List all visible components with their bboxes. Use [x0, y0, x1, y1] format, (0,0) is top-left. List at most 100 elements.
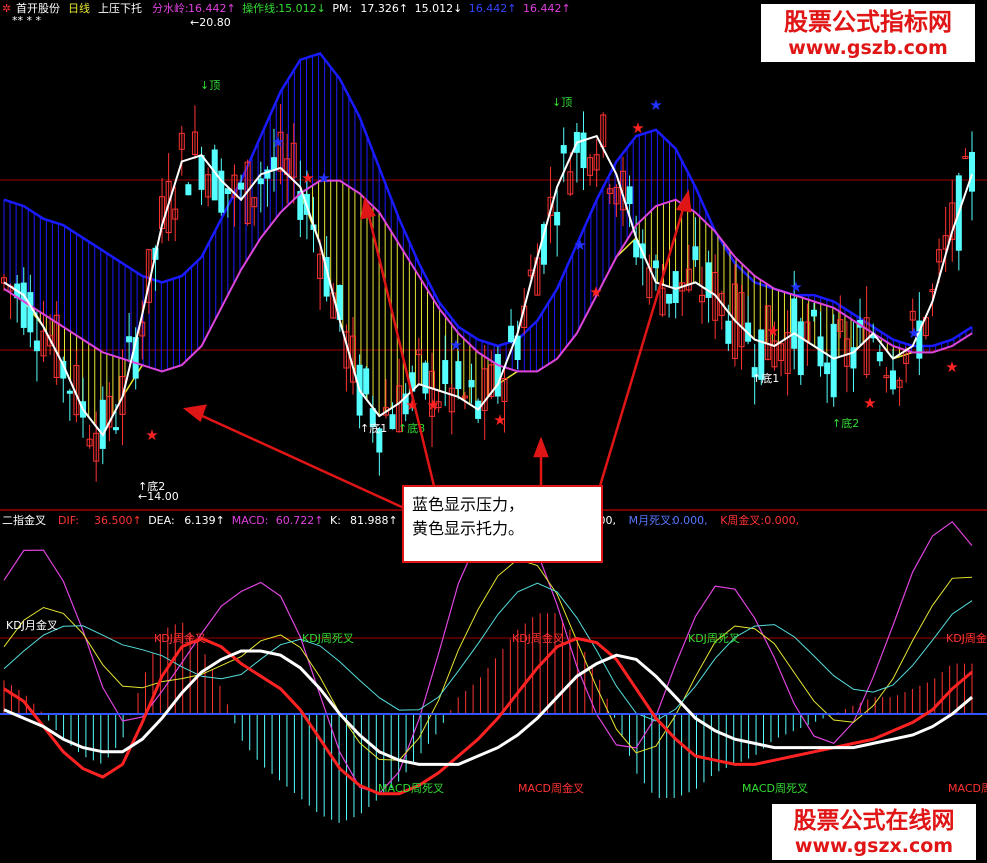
candle-body	[468, 379, 475, 388]
upper-item-value-4: 16.442↑	[469, 2, 517, 15]
high-price-label: ←20.80	[190, 16, 231, 29]
candle-body	[442, 360, 449, 385]
annotation-line-1: 蓝色显示压力，	[412, 495, 524, 514]
candle-body	[20, 282, 27, 328]
candle-body	[422, 362, 429, 394]
stock-name: 首开股份	[16, 1, 60, 15]
upper-item-value-0: 16.442↑	[188, 2, 236, 15]
candle-body	[830, 323, 837, 398]
candle-body	[725, 320, 732, 344]
watermark-top-url: www.gszb.com	[788, 37, 948, 59]
candle-body	[692, 246, 699, 261]
candle-body	[626, 186, 633, 205]
candle-body	[198, 155, 205, 190]
kdj-week-gold-label-1: KDJ周金叉	[154, 631, 206, 645]
bottom-marker: ↑底2	[832, 416, 859, 430]
watermark-top: 股票公式指标网 www.gszb.com	[761, 4, 975, 62]
watermark-bottom-url: www.gszx.com	[795, 835, 953, 857]
annotation-box: 蓝色显示压力， 黄色显示托力。	[402, 485, 603, 563]
star-icon: ★	[789, 278, 802, 296]
candle-body	[238, 182, 245, 190]
top-marker-2: ↓顶	[552, 96, 572, 109]
kdj-week-gold-label-3: KDJ周金叉	[946, 631, 987, 645]
lower-item-value-1: 6.139↑	[184, 514, 225, 527]
lower-item-label-8: K周金叉:	[720, 513, 764, 527]
star-icon: ★	[907, 324, 920, 342]
lower-item-value-3: 81.988↑	[350, 514, 398, 527]
bottom-marker: ↑底1	[360, 421, 387, 435]
star-icon: ★	[493, 411, 506, 429]
star-icon: ★	[863, 394, 876, 412]
candle-body	[389, 414, 396, 430]
candle-body	[112, 427, 119, 431]
candle-body	[455, 361, 462, 390]
upper-item-value-2: 17.326↑	[360, 2, 408, 15]
candle-body	[33, 340, 40, 352]
watermark-bottom: 股票公式在线网 www.gszx.com	[772, 804, 976, 860]
star-icon: ★	[631, 119, 644, 137]
star-icon: ★	[145, 426, 158, 444]
candle-body	[672, 271, 679, 304]
candle-body	[580, 132, 587, 169]
star-icon: ★	[589, 283, 602, 301]
candle-body	[889, 370, 896, 390]
kdj-week-dead-label-2: KDJ周死叉	[688, 632, 740, 645]
top-marker-1: ↓顶	[200, 79, 220, 92]
candle-body	[185, 184, 192, 196]
lower-item-label-3: K:	[330, 514, 341, 527]
candle-body	[797, 321, 804, 376]
upper-item-label-2: PM:	[332, 2, 352, 15]
bottom-marker: ↑底2	[138, 479, 165, 493]
candle-body	[66, 390, 73, 394]
stock-chart: ★★★ ★★ ★★★★★★★★★★★★ ✲ 首开股份 日线 上压下托 分水岭: 16.…	[0, 0, 987, 863]
candle-body	[824, 362, 831, 375]
upper-item-value-1: 15.012↓	[278, 2, 326, 15]
annotation-line-2: 黄色显示托力。	[412, 519, 524, 538]
candle-body	[257, 178, 264, 185]
candle-body	[554, 211, 561, 226]
upper-header-values: 分水岭: 16.442↑ 操作线: 15.012↓ PM: 17.326↑ 15.012↓ 1…	[152, 1, 571, 15]
kdj-week-gold-label-2: KDJ周金叉	[512, 631, 564, 645]
candle-body	[494, 354, 501, 397]
candle-body	[791, 298, 798, 349]
candle-body	[270, 157, 277, 171]
star-icon: ★	[945, 358, 958, 376]
star-icon: ★	[317, 169, 330, 187]
candle-body	[27, 292, 34, 333]
bottom-marker: ↑底1	[752, 371, 779, 385]
candle-body	[560, 145, 567, 154]
lower-item-value-0: 36.500↑	[94, 514, 142, 527]
candle-body	[969, 151, 975, 192]
lower-item-label-2: MACD:	[232, 514, 269, 527]
candle-body	[666, 293, 673, 304]
header-stars: ** * *	[12, 14, 41, 27]
macd-week-dead-label-2: MACD周死叉	[742, 782, 808, 795]
period-label: 日线	[68, 1, 90, 15]
upper-item-value-3: 15.012↓	[415, 2, 463, 15]
star-icon: ★	[573, 236, 586, 254]
candle-body	[876, 351, 883, 362]
upper-item-value-5: 16.442↑	[523, 2, 571, 15]
star-icon: ★	[449, 336, 462, 354]
lower-item-label-7: M月死叉:	[629, 514, 675, 527]
candle-body	[652, 260, 659, 269]
candle-body	[508, 325, 515, 343]
candle-body	[126, 336, 133, 343]
candle-body	[363, 368, 370, 395]
lower-indicator-name: 二指金叉	[2, 513, 46, 527]
upper-item-label-1: 操作线:	[242, 1, 279, 15]
app-icon: ✲	[2, 2, 11, 15]
macd-week-dead-label-1: MACD周死叉	[378, 782, 444, 795]
lower-item-value-2: 60.722↑	[276, 514, 324, 527]
lower-item-value-7: 0.000,	[673, 514, 708, 527]
lower-item-value-8: 0.000,	[764, 514, 799, 527]
watermark-top-title: 股票公式指标网	[784, 8, 952, 36]
lower-item-label-1: DEA:	[148, 514, 174, 527]
kdj-week-dead-label-1: KDJ周死叉	[302, 632, 354, 645]
star-icon: ★	[426, 396, 439, 414]
kdj-month-gold-label: KDJ月金叉	[6, 618, 58, 632]
watermark-bottom-title: 股票公式在线网	[794, 807, 955, 834]
lower-item-label-0: DIF:	[58, 514, 79, 527]
macd-week-gold-label: MACD周金叉	[518, 781, 584, 795]
star-icon: ★	[271, 133, 284, 151]
